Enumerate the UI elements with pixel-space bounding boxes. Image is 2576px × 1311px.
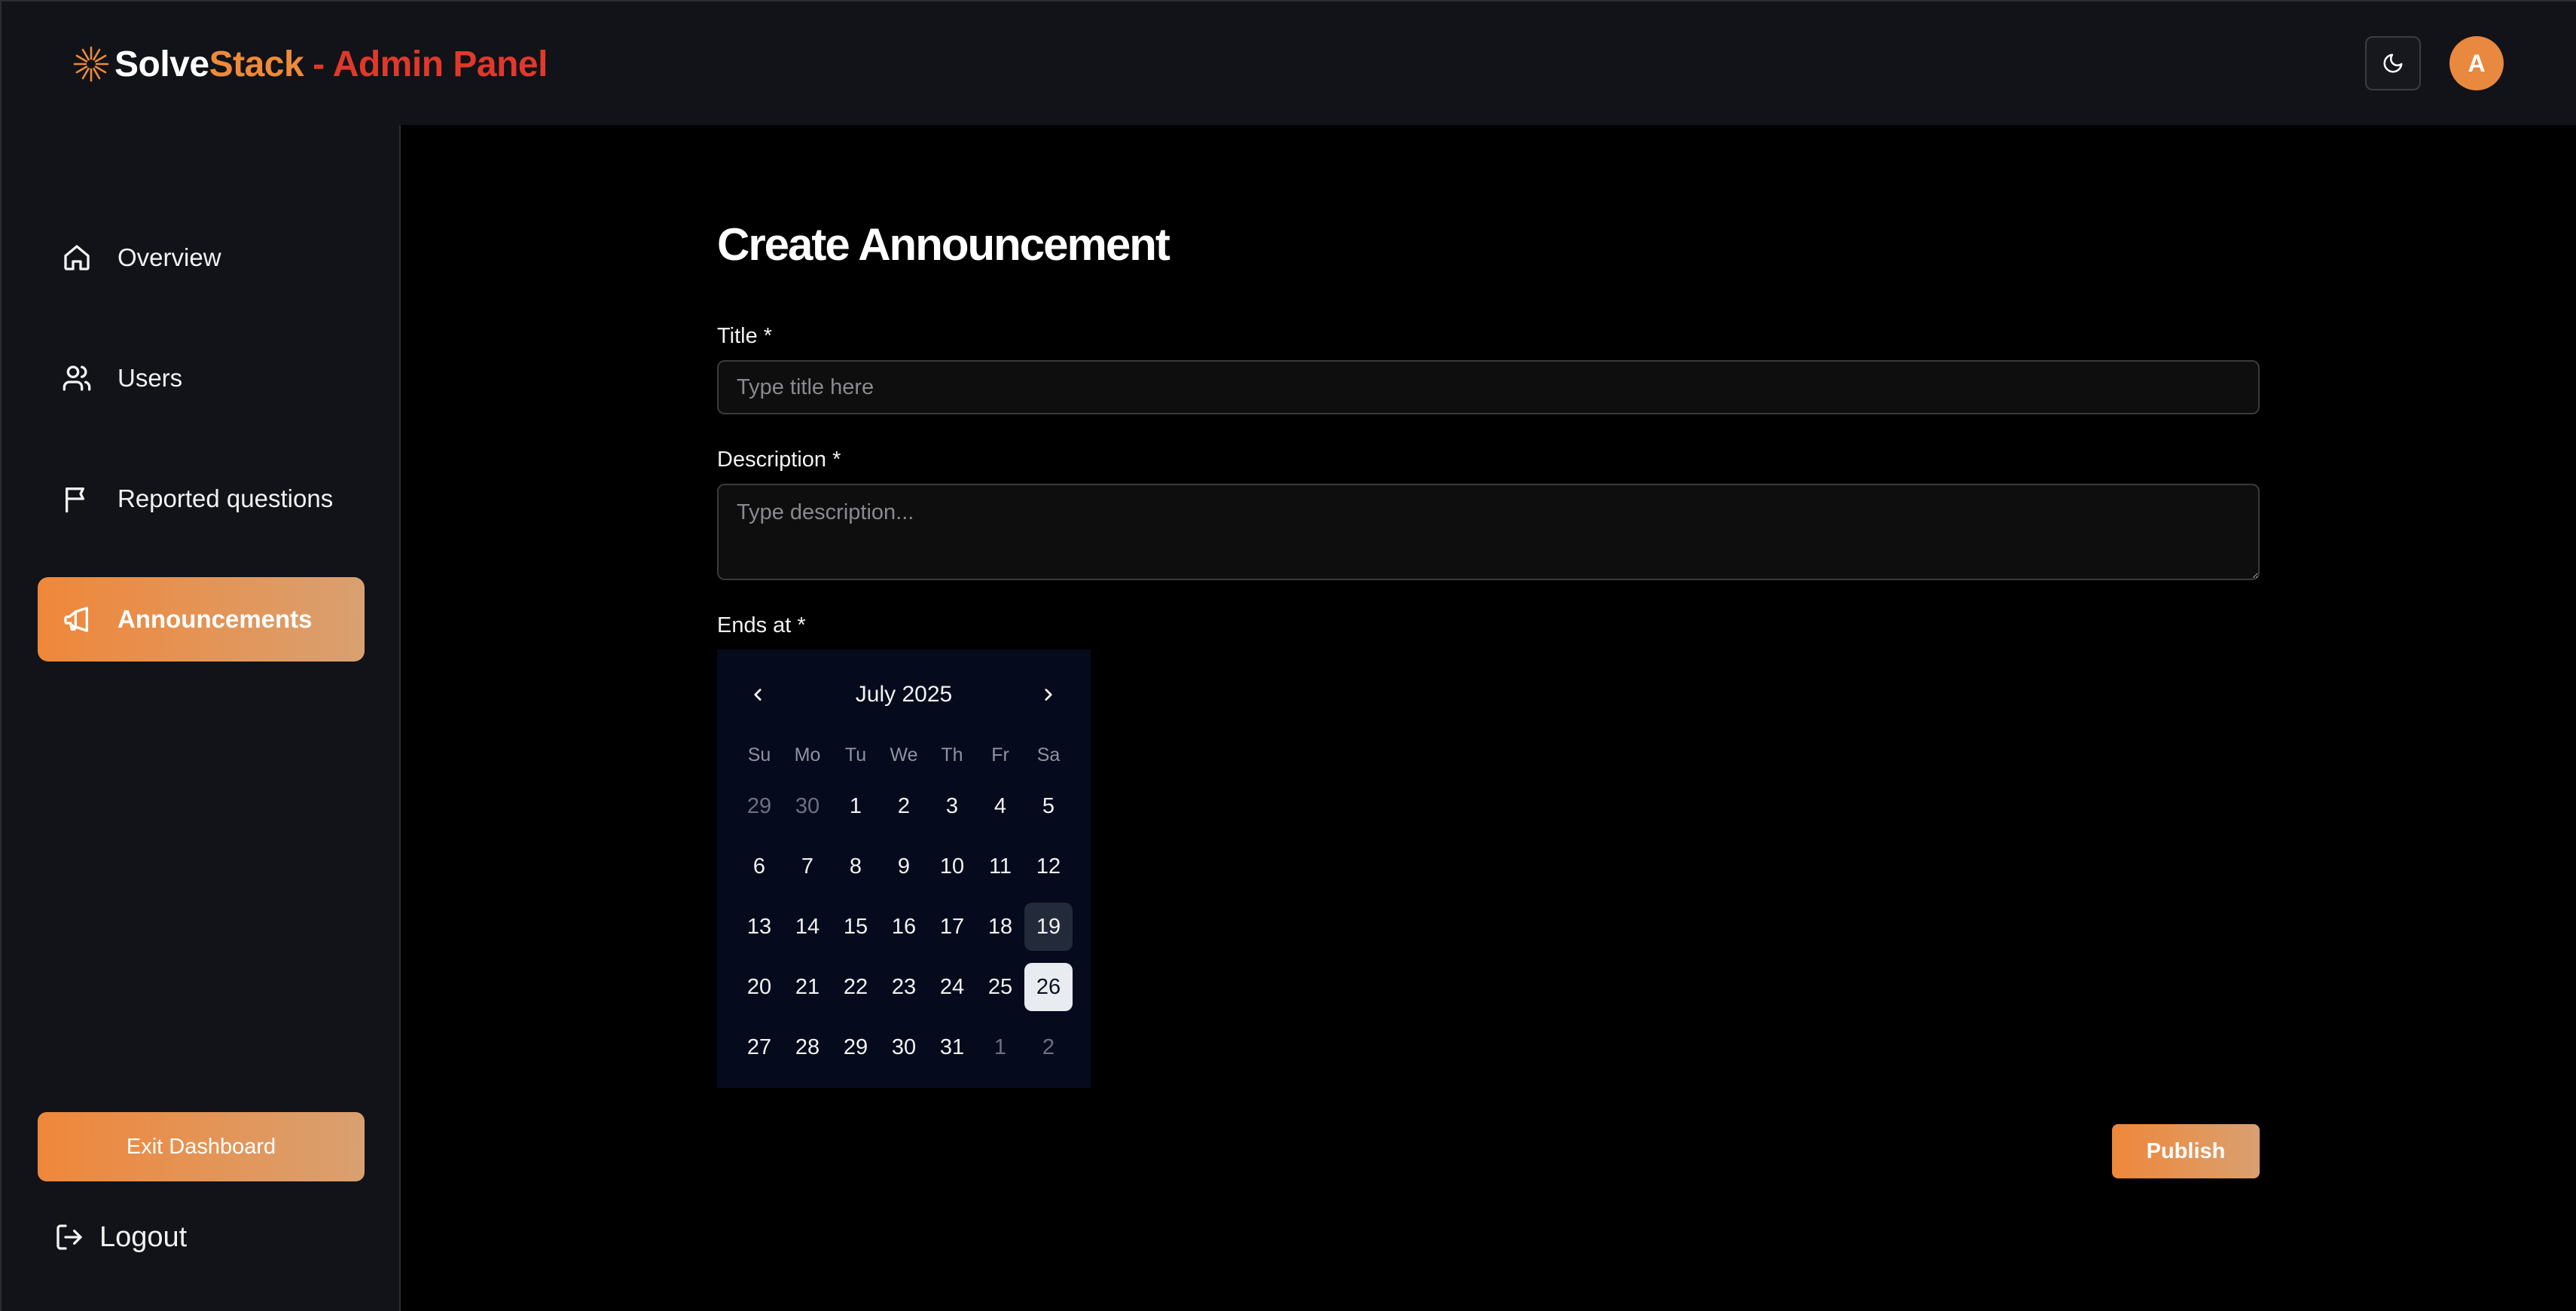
calendar-day[interactable]: 29 <box>735 776 783 836</box>
calendar-day[interactable]: 4 <box>976 776 1024 836</box>
flag-icon <box>60 482 93 515</box>
description-textarea[interactable] <box>717 484 2260 580</box>
calendar-day[interactable]: 22 <box>832 957 880 1017</box>
chevron-right-icon <box>1045 689 1052 701</box>
calendar-day[interactable]: 30 <box>880 1017 928 1077</box>
logo-stack-text: Stack <box>209 44 304 84</box>
calendar-day-today[interactable]: 19 <box>1024 897 1073 957</box>
logo-admin-text: - Admin Panel <box>313 44 548 84</box>
calendar-day[interactable]: 12 <box>1024 836 1073 897</box>
calendar-grid: Su Mo Tu We Th Fr Sa 29 30 1 2 3 4 5 6 7… <box>735 734 1073 1077</box>
weekday-header: Mo <box>794 744 821 766</box>
calendar-next-month-button[interactable] <box>1026 672 1071 717</box>
calendar-day[interactable]: 16 <box>880 897 928 957</box>
calendar-day[interactable]: 18 <box>976 897 1024 957</box>
logout-button[interactable]: Logout <box>54 1210 187 1264</box>
home-icon <box>60 241 93 274</box>
calendar-day[interactable]: 3 <box>928 776 976 836</box>
weekday-header: Tu <box>844 744 867 766</box>
calendar-day[interactable]: 2 <box>880 776 928 836</box>
logout-icon <box>54 1221 86 1253</box>
calendar-day[interactable]: 29 <box>832 1017 880 1077</box>
calendar-day[interactable]: 30 <box>783 776 832 836</box>
avatar[interactable]: A <box>2449 36 2504 90</box>
page-title: Create Announcement <box>717 219 1170 270</box>
ends-at-field-label: Ends at * <box>717 613 806 637</box>
exit-dashboard-button[interactable]: Exit Dashboard <box>38 1112 365 1181</box>
logout-label: Logout <box>99 1221 188 1253</box>
calendar-day[interactable]: 15 <box>832 897 880 957</box>
title-input[interactable] <box>717 360 2260 414</box>
sidebar-item-label: Reported questions <box>118 484 334 512</box>
calendar-day[interactable]: 2 <box>1024 1017 1073 1077</box>
theme-toggle-button[interactable] <box>2365 36 2421 90</box>
sidebar-item-users[interactable]: Users <box>38 336 365 420</box>
calendar-day[interactable]: 1 <box>832 776 880 836</box>
calendar-day[interactable]: 6 <box>735 836 783 897</box>
weekday-header: We <box>890 744 918 766</box>
calendar-day[interactable]: 21 <box>783 957 832 1017</box>
calendar-day[interactable]: 24 <box>928 957 976 1017</box>
sidebar-item-label: Announcements <box>118 605 313 633</box>
users-icon <box>60 362 93 395</box>
moon-icon <box>2383 53 2403 73</box>
sunburst-logo-icon <box>73 46 109 82</box>
calendar-day[interactable]: 13 <box>735 897 783 957</box>
publish-button[interactable]: Publish <box>2112 1124 2260 1178</box>
calendar-day[interactable]: 23 <box>880 957 928 1017</box>
calendar-day[interactable]: 1 <box>976 1017 1024 1077</box>
calendar-day[interactable]: 25 <box>976 957 1024 1017</box>
calendar-day[interactable]: 14 <box>783 897 832 957</box>
top-bar: Solve Stack - Admin Panel A <box>0 0 2576 125</box>
calendar-day[interactable]: 17 <box>928 897 976 957</box>
megaphone-icon <box>60 603 93 636</box>
calendar-day[interactable]: 28 <box>783 1017 832 1077</box>
logo[interactable]: Solve Stack - Admin Panel <box>71 38 548 90</box>
date-picker-calendar: July 2025 Su Mo Tu We Th Fr Sa 29 30 1 2… <box>717 649 1091 1088</box>
title-field-label: Title * <box>717 324 773 348</box>
sidebar-item-reported-questions[interactable]: Reported questions <box>38 457 365 541</box>
calendar-day[interactable]: 20 <box>735 957 783 1017</box>
calendar-day[interactable]: 10 <box>928 836 976 897</box>
sidebar-item-announcements[interactable]: Announcements <box>38 577 365 662</box>
weekday-header: Fr <box>991 744 1009 766</box>
calendar-day[interactable]: 31 <box>928 1017 976 1077</box>
logo-solve-text: Solve <box>114 44 209 84</box>
sidebar-item-label: Overview <box>118 243 221 271</box>
sidebar-item-overview[interactable]: Overview <box>38 215 365 300</box>
weekday-header: Sa <box>1036 744 1061 766</box>
calendar-day-selected[interactable]: 26 <box>1024 957 1073 1017</box>
sidebar: Overview Users Reported questions Announ… <box>0 125 401 1311</box>
sidebar-item-label: Users <box>118 364 183 392</box>
calendar-day[interactable]: 9 <box>880 836 928 897</box>
calendar-day[interactable]: 11 <box>976 836 1024 897</box>
calendar-day[interactable]: 5 <box>1024 776 1073 836</box>
calendar-day[interactable]: 27 <box>735 1017 783 1077</box>
weekday-header: Su <box>747 744 771 766</box>
weekday-header: Th <box>941 744 963 766</box>
calendar-day[interactable]: 8 <box>832 836 880 897</box>
description-field-label: Description * <box>717 448 841 472</box>
calendar-day[interactable]: 7 <box>783 836 832 897</box>
app-window: Solve Stack - Admin Panel A Overview Use… <box>0 0 2576 1311</box>
